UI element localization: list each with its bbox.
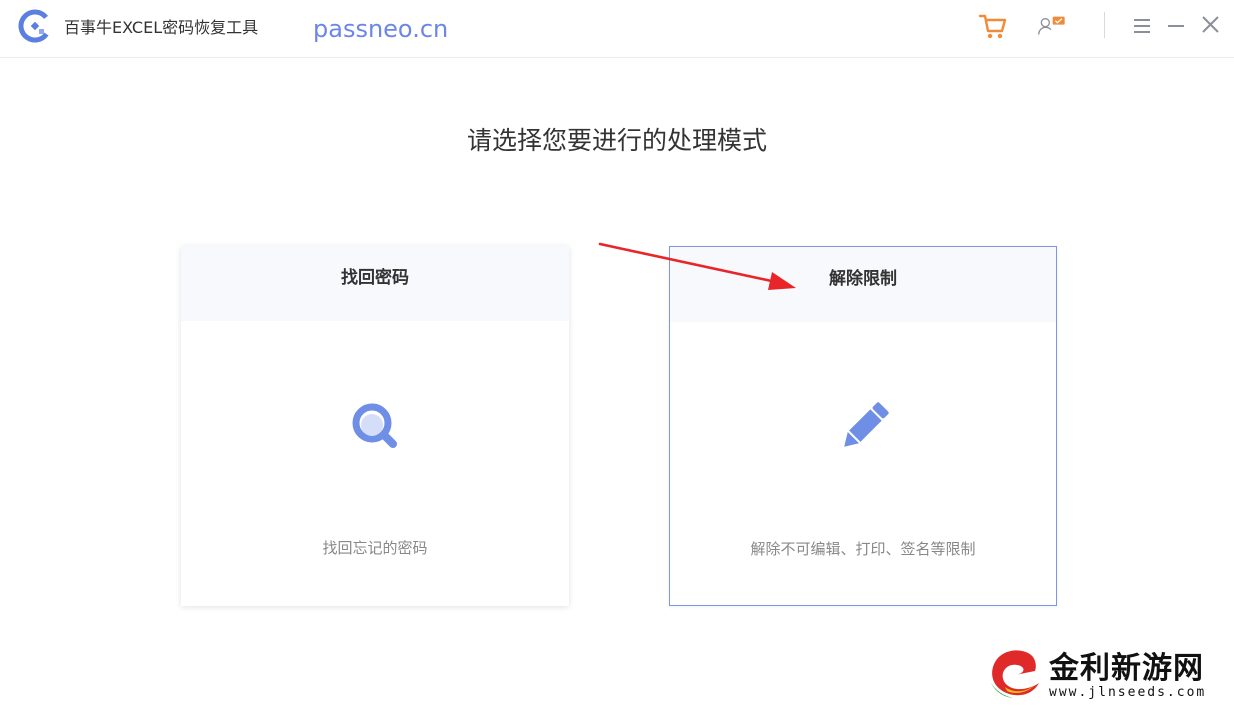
minimize-icon[interactable] (1162, 10, 1194, 42)
cart-icon[interactable] (977, 10, 1009, 42)
site-url: passneo.cn (313, 15, 449, 43)
user-badge-icon[interactable] (1036, 10, 1068, 42)
remove-restrictions-card[interactable]: 解除限制 解除不可编辑、打印、签名等限制 (669, 246, 1057, 606)
card-description: 解除不可编辑、打印、签名等限制 (750, 540, 976, 558)
watermark-url: www.jlnseeds.com (1049, 685, 1207, 700)
title-bar: 百事牛EXCEL密码恢复工具 passneo.cn (0, 0, 1234, 58)
pencil-icon (844, 402, 889, 447)
close-icon[interactable] (1196, 10, 1228, 42)
card-header: 找回密码 (181, 246, 569, 321)
app-logo-icon (18, 9, 52, 43)
annotation-arrow (598, 242, 796, 290)
menu-icon[interactable] (1128, 10, 1160, 42)
card-title: 找回密码 (341, 268, 409, 288)
watermark: 金利新游网 www.jlnseeds.com (985, 641, 1230, 703)
titlebar-divider (1104, 12, 1105, 38)
mode-prompt: 请选择您要进行的处理模式 (466, 126, 767, 155)
app-title: 百事牛EXCEL密码恢复工具 (64, 18, 259, 37)
card-description: 找回忘记的密码 (322, 539, 428, 557)
recover-password-card[interactable]: 找回密码 找回忘记的密码 (181, 246, 569, 606)
watermark-logo-icon (991, 650, 1039, 698)
magnifier-icon (352, 403, 397, 448)
watermark-text: 金利新游网 (1049, 651, 1204, 686)
